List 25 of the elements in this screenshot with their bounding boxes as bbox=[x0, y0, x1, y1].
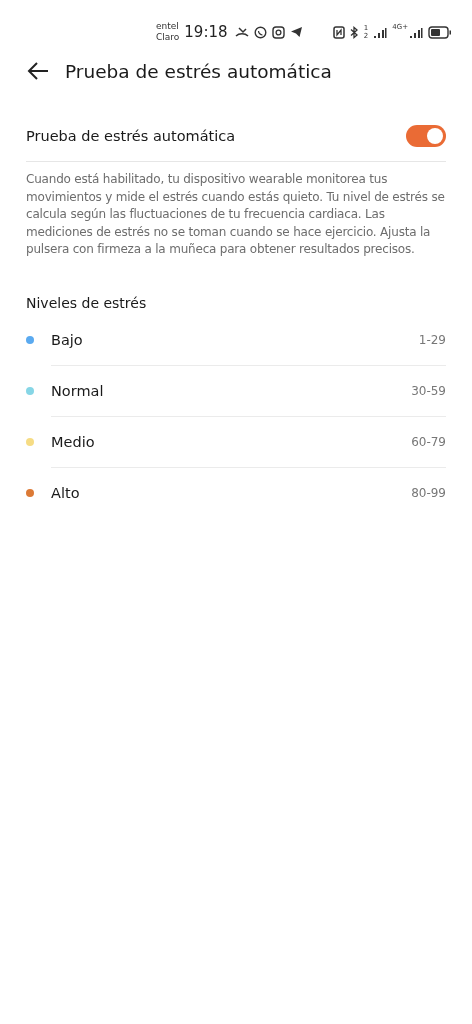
level-range: 30-59 bbox=[411, 383, 446, 398]
camera-icon bbox=[271, 25, 285, 39]
level-name: Bajo bbox=[51, 331, 83, 348]
section-heading: Niveles de estrés bbox=[26, 294, 148, 313]
level-name: Medio bbox=[51, 433, 95, 450]
description-text: Cuando está habilitado, tu dispositivo wearable monitorea tus movimientos y mide el estrés cuando estás quieto. Tu nivel de estrés se calcula según las fluctuaciones de tu frecuencia cardiaca. Las mediciones de estrés no se toman cuando se hace ejercicio. Ajusta la pulsera con firmeza a la muñeca para obtener resultados precisos. bbox=[26, 171, 446, 258]
level-range: 1-29 bbox=[418, 332, 446, 347]
signal-icon bbox=[409, 26, 423, 38]
toggle-switch[interactable] bbox=[406, 124, 446, 147]
level-range: 60-79 bbox=[411, 434, 446, 449]
carrier-name: entel bbox=[156, 21, 180, 32]
battery-icon bbox=[428, 25, 452, 39]
nfc-icon bbox=[332, 25, 345, 39]
chat-bubble-icon bbox=[253, 25, 267, 39]
level-name: Normal bbox=[51, 382, 104, 399]
signal-icon bbox=[373, 26, 388, 38]
paper-plane-icon bbox=[289, 26, 303, 38]
carrier-name: Claro bbox=[156, 32, 180, 43]
bluetooth-icon bbox=[349, 25, 359, 39]
page-title: Prueba de estrés automática bbox=[65, 60, 332, 82]
setting-label: Prueba de estrés automática bbox=[26, 127, 236, 144]
back-button[interactable] bbox=[26, 61, 50, 81]
clock: 19:18 bbox=[184, 23, 228, 41]
level-name: Alto bbox=[51, 485, 80, 501]
level-range: 80-99 bbox=[411, 486, 446, 500]
